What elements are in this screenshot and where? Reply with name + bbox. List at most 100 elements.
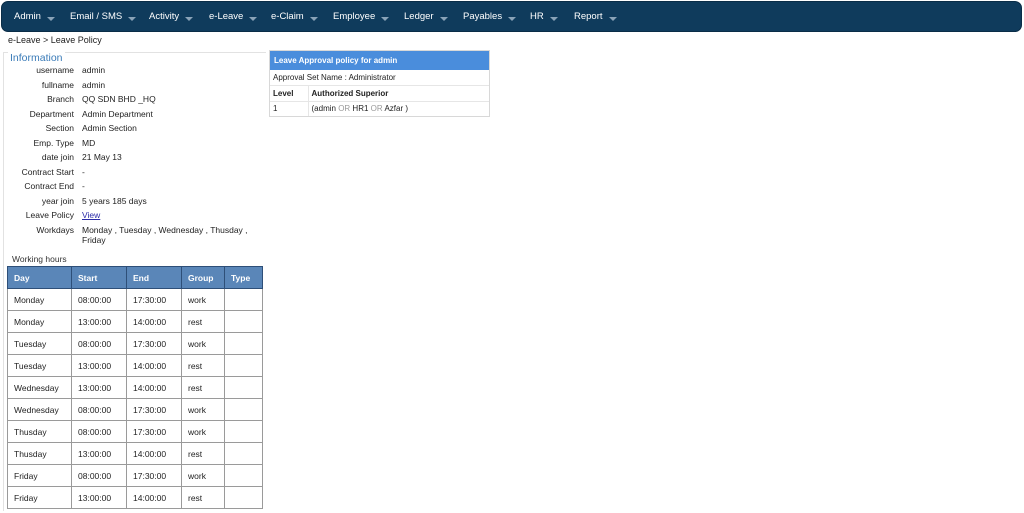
cell-type (224, 354, 263, 377)
table-row: Tuesday 08:00:00 17:30:00 work (7, 332, 263, 355)
info-value: - (82, 181, 85, 191)
nav-label: e-Leave (209, 11, 244, 22)
table-row: Thusday 13:00:00 14:00:00 rest (7, 442, 263, 465)
nav-label: Payables (463, 11, 503, 22)
info-label: Contract End (24, 181, 74, 191)
nav-label: Email / SMS (70, 11, 123, 22)
col-end: End (126, 266, 182, 289)
cell-group: work (181, 288, 225, 311)
info-label: Contract Start (21, 167, 74, 177)
breadcrumb: e-Leave > Leave Policy (8, 35, 102, 45)
info-value: 5 years 185 days (82, 196, 147, 206)
cell-group: work (181, 464, 225, 487)
chevron-down-icon (381, 17, 390, 21)
cell-end: 14:00:00 (126, 310, 182, 333)
cell-type (224, 376, 263, 399)
cell-end: 17:30:00 (126, 420, 182, 443)
info-label: Emp. Type (33, 138, 74, 148)
info-value: - (82, 167, 85, 177)
info-value: Admin Section (82, 123, 137, 133)
cell-end: 17:30:00 (126, 398, 182, 421)
chevron-down-icon (309, 17, 318, 21)
info-label: Section (45, 123, 74, 133)
cell-day: Wednesday (7, 376, 72, 399)
nav-label: Report (574, 11, 603, 22)
cell-superiors: (admin OR HR1 OR Azfar ) (307, 101, 489, 116)
cell-end: 17:30:00 (126, 332, 182, 355)
table-row: Thusday 08:00:00 17:30:00 work (7, 420, 263, 443)
cell-start: 13:00:00 (71, 442, 127, 465)
cell-type (224, 398, 263, 421)
cell-group: rest (181, 442, 225, 465)
cell-type (224, 442, 263, 465)
cell-start: 08:00:00 (71, 464, 127, 487)
nav-email-sms[interactable]: Email / SMS (68, 2, 147, 31)
col-authorized-superior: Authorized Superior (307, 86, 489, 102)
nav-employee[interactable]: Employee (331, 2, 402, 31)
info-value: admin (82, 65, 106, 75)
cell-day: Thusday (7, 420, 72, 443)
cell-group: work (181, 420, 225, 443)
table-row: Wednesday 08:00:00 17:30:00 work (7, 398, 263, 421)
nav-admin[interactable]: Admin (12, 2, 68, 31)
cell-end: 14:00:00 (126, 354, 182, 377)
info-value: QQ SDN BHD _HQ (82, 94, 156, 104)
table-row: Friday 13:00:00 14:00:00 rest (7, 486, 263, 509)
superior-hr1: HR1 (352, 104, 369, 114)
info-value-wrap: View (82, 210, 262, 220)
chevron-down-icon (249, 17, 258, 21)
cell-day: Tuesday (7, 332, 72, 355)
table-row: Monday 13:00:00 14:00:00 rest (7, 310, 263, 333)
cell-day: Wednesday (7, 398, 72, 421)
cell-start: 08:00:00 (71, 332, 127, 355)
cell-end: 14:00:00 (126, 486, 182, 509)
col-group: Group (181, 266, 225, 289)
view-leave-policy-link[interactable]: View (82, 210, 100, 220)
top-nav: Admin Email / SMS Activity e-Leave e-Cla… (1, 1, 1022, 32)
chevron-down-icon (549, 17, 558, 21)
nav-e-claim[interactable]: e-Claim (269, 2, 331, 31)
nav-report[interactable]: Report (572, 2, 636, 31)
nav-ledger[interactable]: Ledger (402, 2, 461, 31)
nav-label: Employee (333, 11, 376, 22)
nav-label: HR (530, 11, 544, 22)
info-value: MD (82, 138, 96, 148)
approval-table: Level Authorized Superior 1 (admin OR HR… (270, 86, 489, 116)
chevron-down-icon (608, 17, 617, 21)
col-level: Level (270, 86, 308, 102)
col-day: Day (7, 266, 72, 289)
superior-azfar: Azfar ) (384, 104, 409, 114)
nav-payables[interactable]: Payables (461, 2, 528, 31)
cell-end: 14:00:00 (126, 376, 182, 399)
cell-day: Friday (7, 486, 72, 509)
cell-end: 17:30:00 (126, 464, 182, 487)
info-label: year join (41, 196, 74, 206)
chevron-down-icon (508, 17, 517, 21)
cell-end: 17:30:00 (126, 288, 182, 311)
policy-title: Leave Approval policy for admin (270, 51, 489, 70)
nav-label: Ledger (404, 11, 434, 22)
info-label: Department (29, 109, 74, 119)
table-row: Tuesday 13:00:00 14:00:00 rest (7, 354, 263, 377)
or-label: OR (370, 104, 383, 114)
info-label: date join (41, 152, 74, 162)
cell-type (224, 420, 263, 443)
nav-activity[interactable]: Activity (147, 2, 207, 31)
superior-admin: (admin (311, 104, 336, 114)
info-value: 21 May 13 (82, 152, 122, 162)
approval-header-row: Level Authorized Superior (270, 86, 489, 102)
nav-label: Activity (149, 11, 180, 22)
cell-type (224, 486, 263, 509)
cell-group: work (181, 332, 225, 355)
nav-e-leave[interactable]: e-Leave (207, 2, 269, 31)
or-label: OR (338, 104, 351, 114)
info-label: fullname (41, 80, 74, 90)
info-label: Workdays (36, 225, 74, 235)
nav-hr[interactable]: HR (528, 2, 572, 31)
table-row: Friday 08:00:00 17:30:00 work (7, 464, 263, 487)
cell-type (224, 332, 263, 355)
table-header-row: Day Start End Group Type (7, 266, 263, 289)
col-start: Start (71, 266, 127, 289)
cell-start: 08:00:00 (71, 398, 127, 421)
cell-start: 08:00:00 (71, 288, 127, 311)
